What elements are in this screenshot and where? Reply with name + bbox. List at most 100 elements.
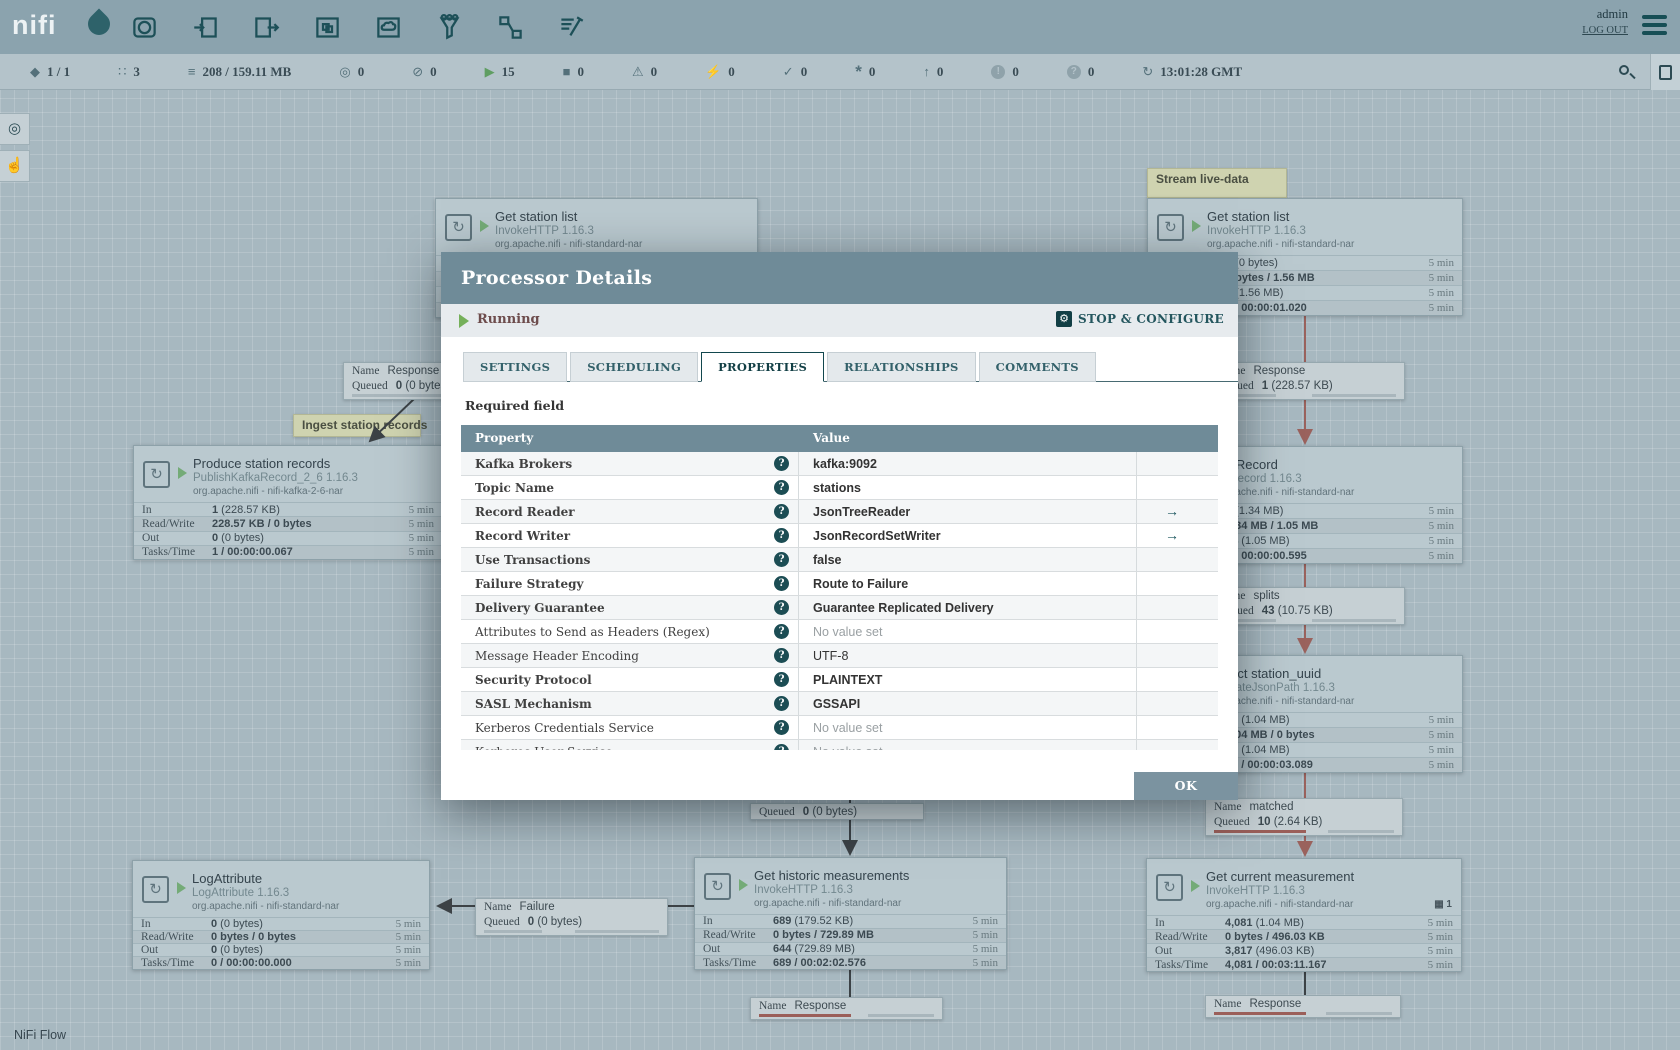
navigate-palette-button[interactable]: ◎ bbox=[0, 113, 30, 145]
connection-name: Response bbox=[794, 1000, 847, 1012]
global-menu-icon[interactable] bbox=[1642, 15, 1667, 39]
user-area: admin LOG OUT bbox=[1582, 7, 1628, 36]
connection-name: splits bbox=[1253, 590, 1280, 602]
not-transmitting-icon: ⊘ bbox=[412, 63, 424, 79]
stat-key: Out bbox=[141, 944, 159, 956]
help-icon[interactable]: ? bbox=[774, 552, 789, 567]
stat-window: 5 min bbox=[395, 957, 421, 969]
property-goto-cell bbox=[1137, 572, 1218, 595]
help-icon[interactable]: ? bbox=[774, 696, 789, 711]
breadcrumb[interactable]: NiFi Flow bbox=[14, 1028, 66, 1042]
property-row: Kerberos User Service? No value set bbox=[461, 740, 1218, 750]
tab-properties[interactable]: PROPERTIES bbox=[701, 352, 825, 382]
status-item-sync-failure: ? 0 bbox=[1066, 64, 1094, 80]
template-tool-icon[interactable] bbox=[492, 8, 528, 46]
tab-relationships[interactable]: RELATIONSHIPS bbox=[827, 352, 976, 382]
percent-bar-left bbox=[1214, 830, 1306, 833]
remote-process-group-tool-icon[interactable] bbox=[370, 8, 406, 46]
connection-queued-mid[interactable]: Queued 0 (0 bytes) bbox=[750, 803, 924, 820]
name-key: Name bbox=[484, 901, 512, 913]
connection-name: Failure bbox=[519, 901, 555, 913]
go-to-service-arrow-icon[interactable]: → bbox=[1151, 503, 1179, 519]
processor-stat-row: Tasks/Time 1 / 00:00:00.067 5 min bbox=[134, 544, 442, 559]
label-stream-live-data[interactable]: Stream live-data bbox=[1147, 168, 1287, 198]
processor-get-current-measurement[interactable]: ↻ Get current measurement InvokeHTTP 1.16.… bbox=[1146, 858, 1462, 972]
percent-bar-right bbox=[1312, 394, 1396, 397]
help-icon[interactable]: ? bbox=[774, 624, 789, 639]
funnel-tool-icon[interactable] bbox=[431, 8, 467, 46]
help-icon[interactable]: ? bbox=[774, 456, 789, 471]
help-icon[interactable]: ? bbox=[774, 504, 789, 519]
processor-bundle: org.apache.nifi - nifi-standard-nar bbox=[1206, 899, 1354, 910]
connection-name: Response bbox=[387, 365, 440, 377]
queue-progress-bars bbox=[1210, 393, 1404, 399]
processor-tool-icon[interactable] bbox=[126, 8, 162, 46]
property-goto-cell bbox=[1137, 620, 1218, 643]
birdseye-toggle-icon[interactable] bbox=[1650, 54, 1680, 90]
help-icon[interactable]: ? bbox=[774, 576, 789, 591]
label-ingest-station-records[interactable]: Ingest station records bbox=[293, 414, 427, 437]
stat-value: 4,081 / 00:03:11.167 bbox=[1225, 958, 1327, 971]
connection-response-live[interactable]: NameResponseQueued1 (228.57 KB) bbox=[1209, 362, 1405, 400]
stat-value: 0 (0 bytes) bbox=[211, 918, 263, 930]
property-row: Attributes to Send as Headers (Regex)? No… bbox=[461, 620, 1218, 644]
go-to-service-arrow-icon[interactable]: → bbox=[1151, 527, 1179, 543]
connection-failure[interactable]: Name Failure Queued 0 (0 bytes) bbox=[475, 898, 668, 936]
nifi-drop-icon bbox=[83, 8, 115, 40]
property-row: Record Reader? JsonTreeReader → bbox=[461, 500, 1218, 524]
process-group-tool-icon[interactable] bbox=[309, 8, 345, 46]
processor-produce-station-records[interactable]: ↻ Produce station records PublishKafkaReco… bbox=[133, 445, 443, 560]
processor-get-historic-measurements[interactable]: ↻ Get historic measurements InvokeHTTP 1.1… bbox=[694, 857, 1007, 970]
property-name-cell: Attributes to Send as Headers (Regex)? bbox=[461, 620, 799, 643]
tab-comments[interactable]: COMMENTS bbox=[978, 352, 1096, 382]
locally-modified-stale-icon: ! bbox=[991, 64, 1006, 79]
connection-splits[interactable]: NamesplitsQueued43 (10.75 KB) bbox=[1209, 587, 1405, 625]
tab-settings[interactable]: SETTINGS bbox=[463, 352, 568, 382]
help-icon[interactable]: ? bbox=[774, 600, 789, 615]
connection-name-row: NameResponse bbox=[1210, 363, 1404, 378]
gear-icon: ⚙ bbox=[1056, 311, 1072, 327]
help-icon[interactable]: ? bbox=[774, 480, 789, 495]
stat-value: 3,817 (496.03 KB) bbox=[1225, 944, 1315, 957]
invalid-icon: ⚠ bbox=[631, 63, 644, 79]
percent-bar-left bbox=[759, 1014, 851, 1017]
tab-scheduling[interactable]: SCHEDULING bbox=[570, 352, 699, 382]
logout-link[interactable]: LOG OUT bbox=[1582, 25, 1628, 36]
processor-stats: In 4,081 (1.04 MB) 5 min Read/Write 0 bytes … bbox=[1147, 915, 1461, 971]
cluster-icon: ◆ bbox=[30, 63, 40, 79]
output-port-tool-icon[interactable] bbox=[248, 8, 284, 46]
processor-icon: ↻ bbox=[143, 461, 170, 488]
processor-type: InvokeHTTP 1.16.3 bbox=[1207, 225, 1306, 237]
search-icon[interactable] bbox=[1618, 64, 1636, 82]
processor-stats: In 689 (179.52 KB) 5 min Read/Write 0 bytes … bbox=[695, 914, 1006, 969]
status-item-threads: ∷ 3 bbox=[118, 64, 140, 80]
processor-stat-row: Out 0 (0 bytes) 5 min bbox=[133, 943, 429, 956]
dialog-tabs: SETTINGS SCHEDULING PROPERTIES RELATIONSHIP… bbox=[463, 351, 1238, 382]
operate-palette-button[interactable]: ☝ bbox=[0, 150, 30, 182]
connection-response-bottom-right[interactable]: Name Response bbox=[1205, 995, 1401, 1018]
processor-log-attribute[interactable]: ↻ LogAttribute LogAttribute 1.16.3 org.apac… bbox=[132, 860, 430, 970]
queued-size: (0 bytes) bbox=[534, 916, 583, 928]
connection-response-bottom-mid[interactable]: Name Response bbox=[750, 997, 943, 1020]
processor-details-dialog: Processor Details Running ⚙ STOP & CONFI… bbox=[441, 252, 1238, 800]
help-icon[interactable]: ? bbox=[774, 720, 789, 735]
stop-and-configure-button[interactable]: ⚙ STOP & CONFIGURE bbox=[1056, 311, 1224, 327]
running-play-icon bbox=[178, 467, 187, 479]
property-row: Failure Strategy? Route to Failure bbox=[461, 572, 1218, 596]
connection-matched[interactable]: Name matched Queued 10 (2.64 KB) bbox=[1205, 798, 1403, 836]
property-name: Kafka Brokers bbox=[475, 457, 573, 471]
label-tool-icon[interactable] bbox=[553, 8, 589, 46]
help-icon[interactable]: ? bbox=[774, 528, 789, 543]
help-icon[interactable]: ? bbox=[774, 648, 789, 663]
ok-button[interactable]: OK bbox=[1134, 772, 1238, 800]
queue-progress-bars bbox=[1206, 829, 1402, 835]
property-name-cell: Record Reader? bbox=[461, 500, 799, 523]
help-icon[interactable]: ? bbox=[774, 672, 789, 687]
help-icon[interactable]: ? bbox=[774, 744, 789, 750]
stat-window: 5 min bbox=[1428, 759, 1454, 771]
property-name-cell: Use Transactions? bbox=[461, 548, 799, 571]
stat-value: 689 (179.52 KB) bbox=[773, 915, 854, 928]
percent-bar-right bbox=[575, 930, 659, 933]
stat-key: In bbox=[1155, 916, 1165, 929]
input-port-tool-icon[interactable] bbox=[187, 8, 223, 46]
